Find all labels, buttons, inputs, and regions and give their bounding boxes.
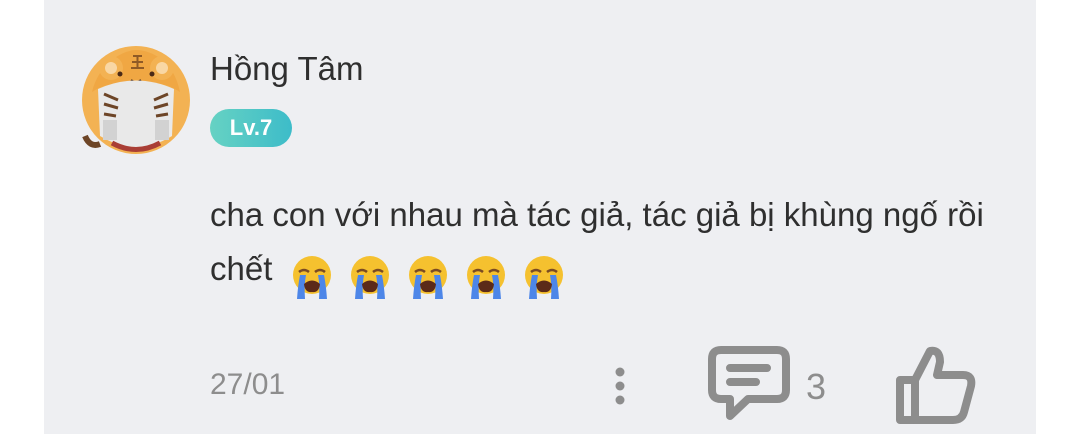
reply-count: 3	[806, 366, 827, 407]
user-avatar[interactable]	[80, 44, 192, 156]
reply-button[interactable]	[706, 344, 792, 424]
crying-face-icon	[408, 255, 447, 299]
crying-face-icon	[292, 255, 331, 299]
username[interactable]: Hồng Tâm	[210, 50, 363, 88]
comment-card: Hồng Tâm Lv.7 cha con với nhau mà tác gi…	[44, 0, 1036, 434]
thumbs-up-icon	[896, 346, 976, 424]
more-vertical-icon	[615, 367, 625, 405]
like-button[interactable]	[892, 344, 978, 424]
comment-bubble-icon	[708, 346, 790, 420]
crying-face-icon	[350, 255, 389, 299]
emoji-row	[290, 247, 572, 299]
comment-date: 27/01	[210, 368, 286, 401]
crying-face-icon	[467, 255, 506, 299]
comment-content: cha con với nhau mà tác giả, tác giả bị …	[210, 188, 1010, 299]
crying-face-icon	[525, 255, 564, 299]
tiger-avatar-icon	[82, 46, 190, 154]
more-options-button[interactable]	[606, 364, 634, 408]
level-badge: Lv.7	[210, 109, 292, 147]
